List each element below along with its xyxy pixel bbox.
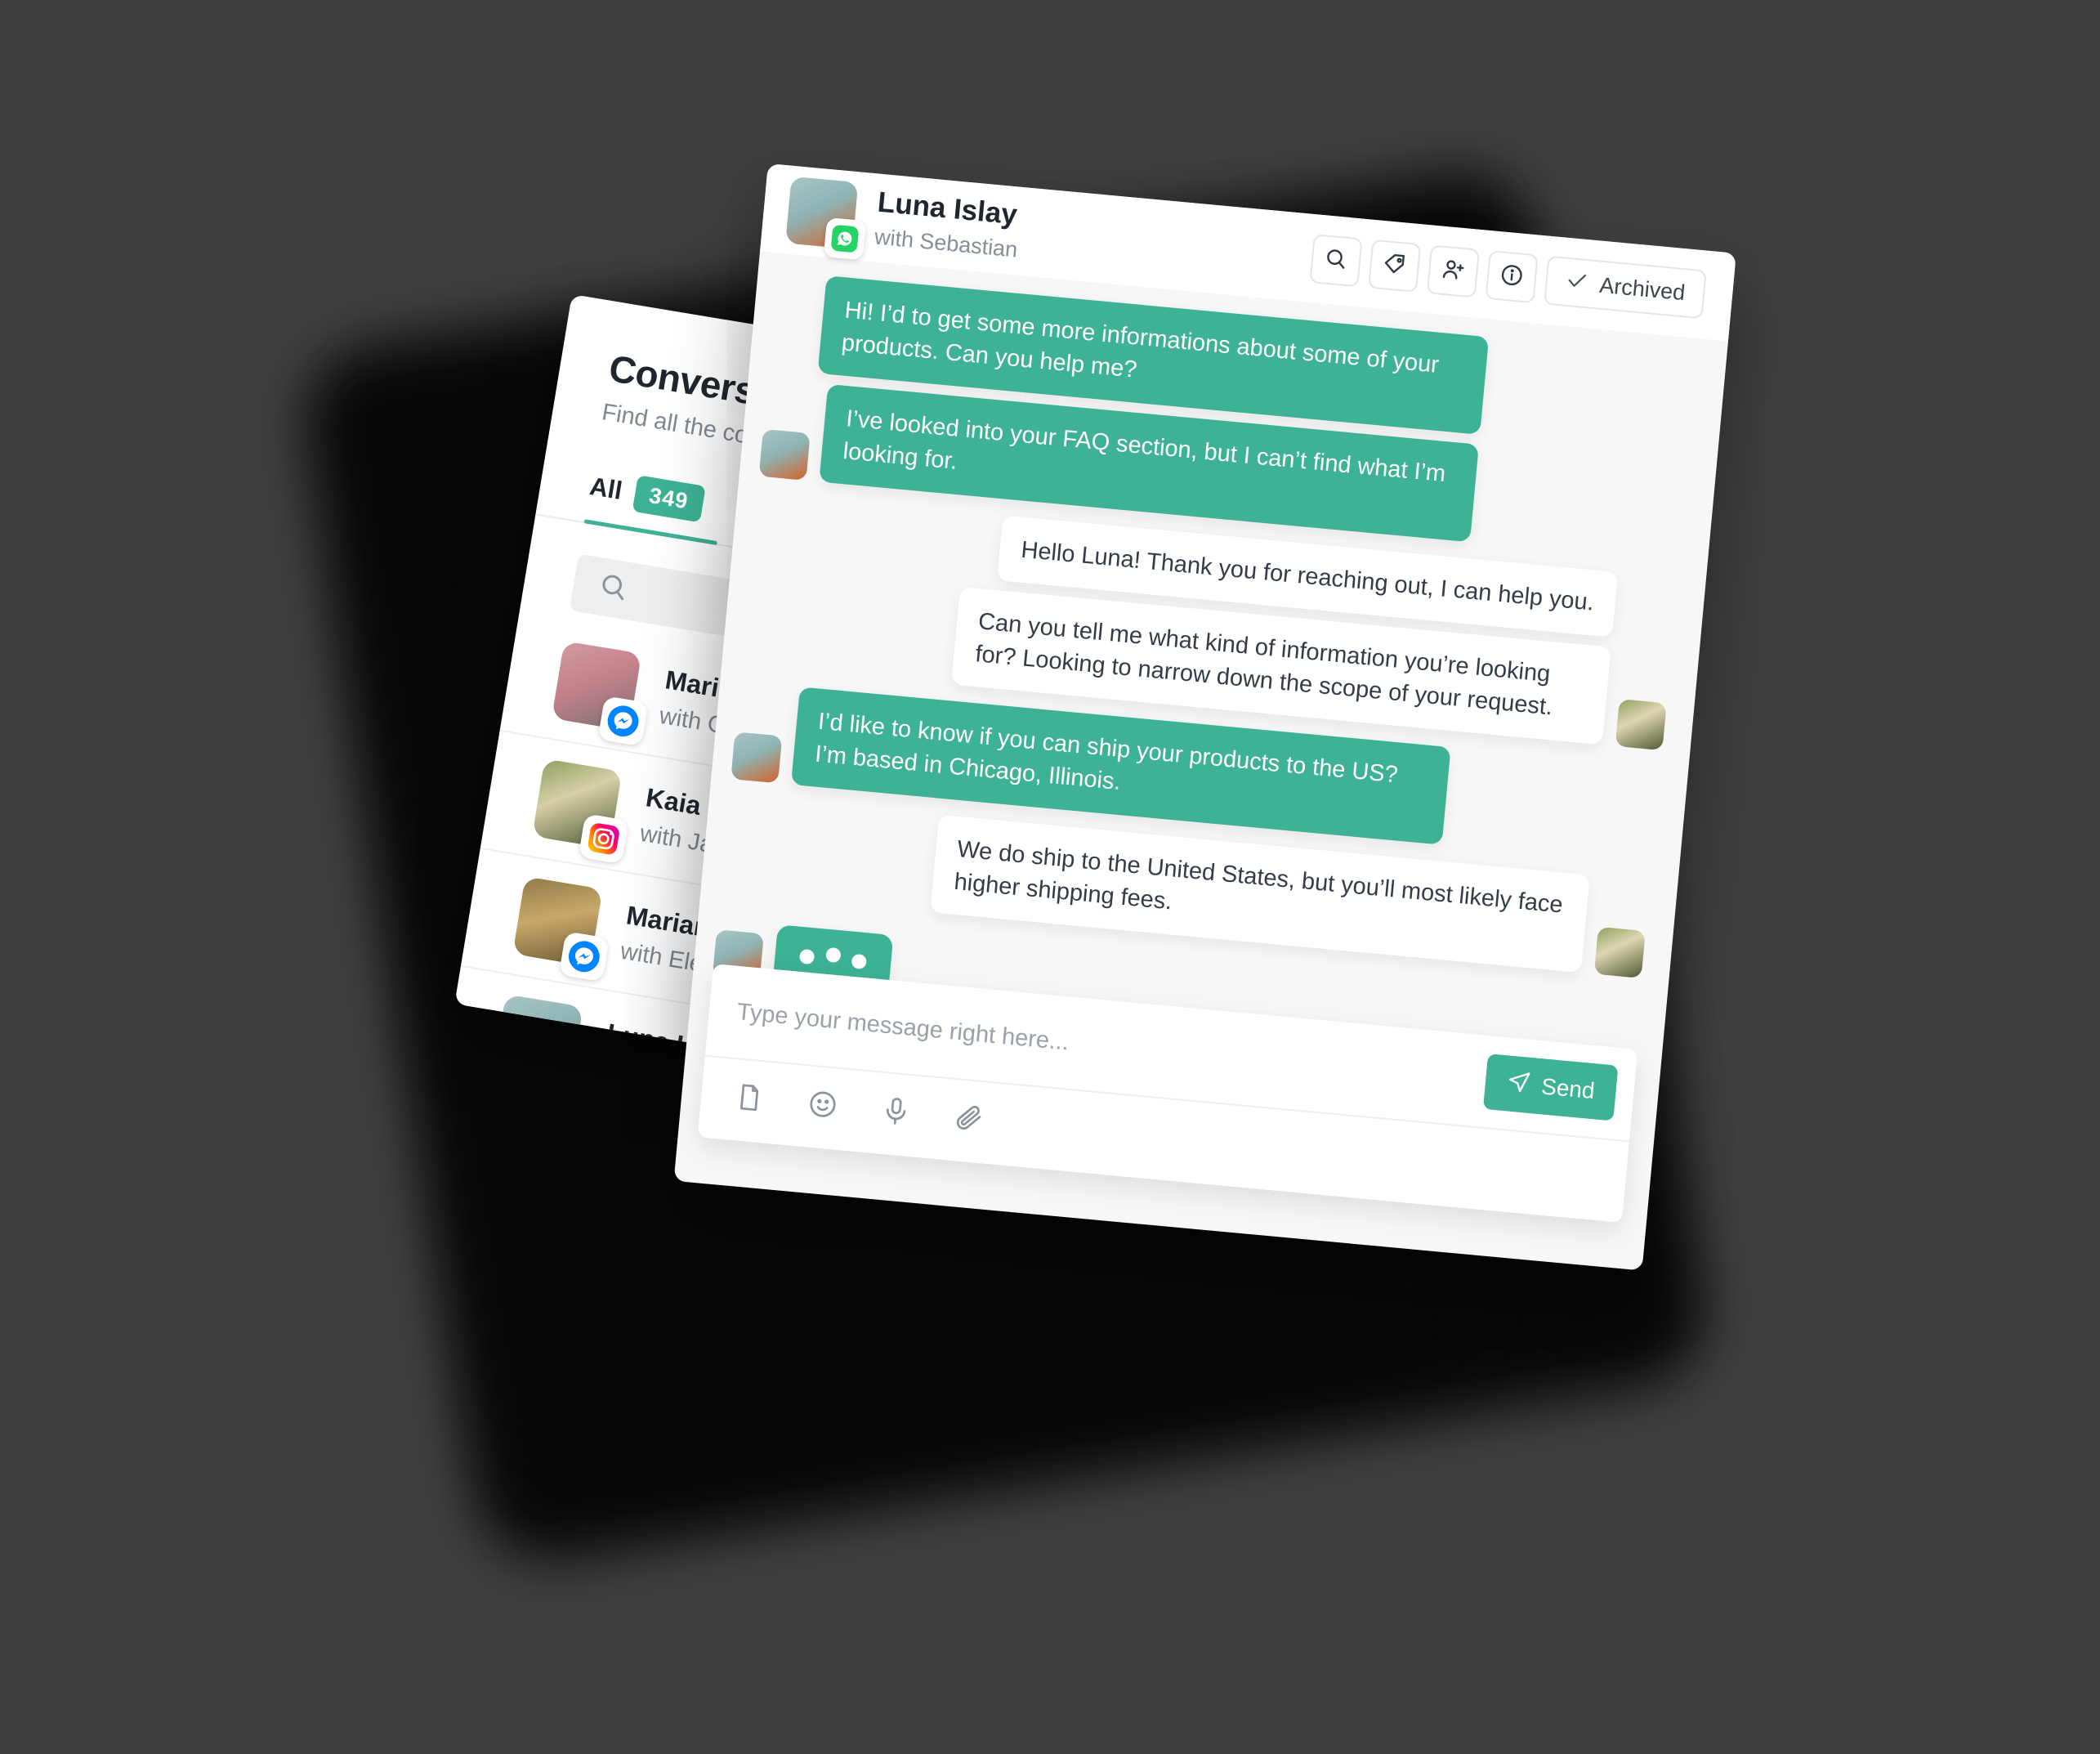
file-icon[interactable] [732,1081,766,1118]
microphone-icon[interactable] [878,1094,913,1132]
avatar [758,428,811,481]
check-icon [1564,267,1589,298]
avatar [512,876,610,982]
tag-button[interactable] [1368,239,1422,293]
send-label: Send [1539,1073,1596,1104]
info-icon [1498,262,1525,293]
chat-panel: Luna Islay with Sebastian Archived Hi! I… [673,163,1736,1271]
send-icon [1505,1068,1532,1101]
emoji-icon[interactable] [806,1087,840,1125]
add-user-button[interactable] [1426,244,1480,298]
archived-label: Archived [1598,272,1687,305]
messenger-icon [597,696,649,747]
avatar [551,641,649,747]
avatar [731,732,783,784]
instagram-icon [578,813,629,865]
tab-all-badge: 349 [632,475,706,523]
search-button[interactable] [1309,234,1363,288]
whatsapp-icon [823,217,867,261]
screenshot-root: Conversations Find all the conversations… [0,0,2100,1754]
message-list: Hi! I’d to get some more informations ab… [693,252,1728,1065]
tag-icon [1381,251,1408,282]
avatar [532,758,629,865]
info-button[interactable] [1485,250,1539,304]
archived-button[interactable]: Archived [1544,255,1707,320]
typing-dot [825,946,842,964]
typing-dot [798,948,815,965]
attachment-icon[interactable] [952,1101,986,1139]
messenger-icon [558,931,610,982]
chat-header-actions: Archived [1309,234,1707,320]
avatar [785,176,867,261]
add-user-icon [1440,256,1467,287]
search-icon [1322,245,1349,276]
avatar [1615,699,1667,751]
tab-all-label: All [588,471,625,505]
avatar [1593,927,1646,979]
send-button[interactable]: Send [1482,1054,1619,1121]
typing-dot [851,953,868,969]
search-icon [596,569,632,609]
